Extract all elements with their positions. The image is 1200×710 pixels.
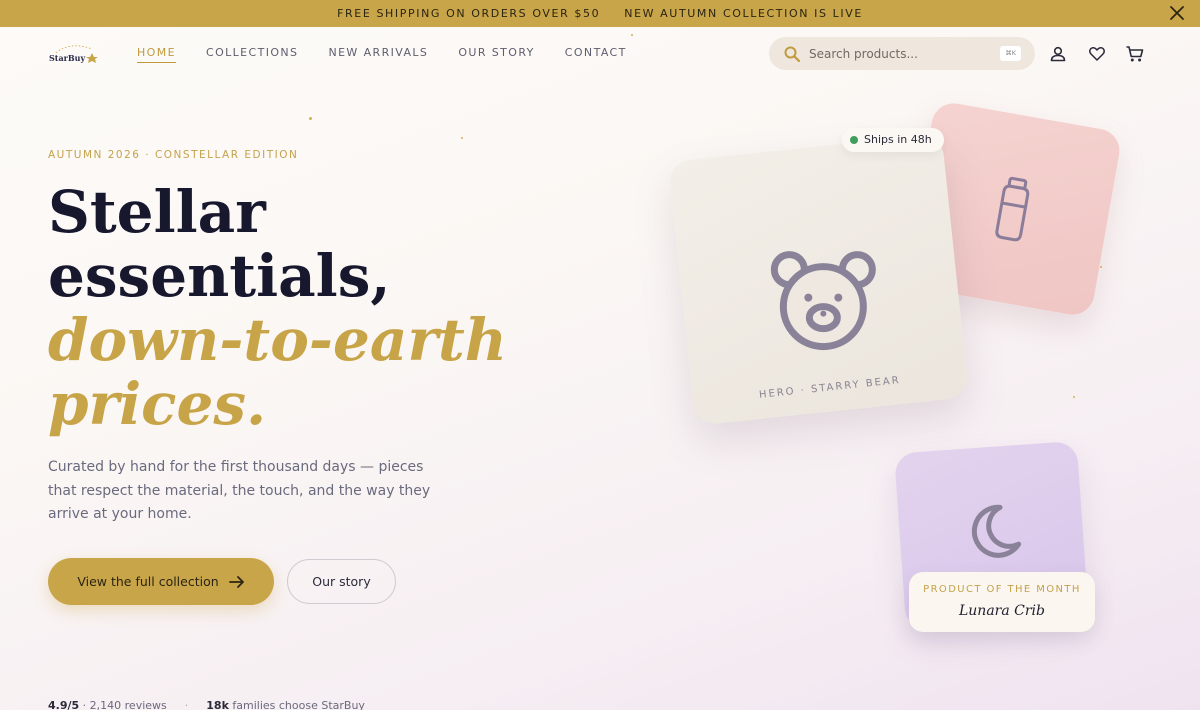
headline-line-3: down-to-earth <box>48 306 507 374</box>
sparkle <box>1073 396 1075 398</box>
hero-headline: Stellar essentials, down-to-earth prices… <box>48 180 507 436</box>
social-proof: 4.9/5 · 2,140 reviews · 18k families cho… <box>48 699 365 710</box>
bear-icon <box>770 251 876 351</box>
sparkle <box>1100 266 1102 268</box>
product-of-month-badge[interactable]: PRODUCT OF THE MONTH Lunara Crib <box>909 572 1095 632</box>
nav-link-contact[interactable]: CONTACT <box>565 46 627 63</box>
headline-line-1: Stellar <box>48 178 266 246</box>
view-collection-button[interactable]: View the full collection <box>48 558 274 605</box>
families-text: families choose StarBuy <box>232 699 365 710</box>
search-input[interactable] <box>809 46 989 61</box>
logo[interactable]: StarBuy <box>48 41 98 67</box>
status-dot <box>850 136 858 144</box>
nav-links: HOME COLLECTIONS NEW ARRIVALS OUR STORY … <box>137 46 657 63</box>
stats-separator: · <box>184 699 189 710</box>
ships-text: Ships in 48h <box>864 133 932 146</box>
view-collection-label: View the full collection <box>77 574 219 589</box>
hero-card-label: HERO · STARRY BEAR <box>758 375 902 401</box>
cart-icon[interactable] <box>1125 44 1145 64</box>
nav-link-new-arrivals[interactable]: NEW ARRIVALS <box>328 46 428 63</box>
starry-bear-card[interactable]: HERO · STARRY BEAR <box>667 133 970 426</box>
logo-text: StarBuy <box>49 53 86 63</box>
our-story-button[interactable]: Our story <box>287 559 396 604</box>
reviews-count: · 2,140 reviews <box>82 699 167 710</box>
arrow-right-icon <box>228 575 244 588</box>
sparkle <box>309 117 312 120</box>
hero-eyebrow: AUTUMN 2026 · CONSTELLAR EDITION <box>48 149 299 161</box>
nav-link-collections[interactable]: COLLECTIONS <box>206 46 298 63</box>
potm-product-name: Lunara Crib <box>958 603 1045 619</box>
search-shortcut: ⌘K <box>1000 46 1021 61</box>
heart-icon[interactable] <box>1087 44 1107 64</box>
search-icon <box>784 46 801 62</box>
headline-line-4: prices. <box>48 370 267 438</box>
moon-icon <box>971 504 1022 558</box>
announcement-shipping: FREE SHIPPING ON ORDERS OVER $50 <box>337 7 601 20</box>
families-count: 18k <box>206 699 229 710</box>
announcement-collection: NEW AUTUMN COLLECTION IS LIVE <box>624 7 863 20</box>
headline-line-2: essentials, <box>48 242 391 310</box>
bottle-icon <box>995 176 1030 242</box>
main-nav: StarBuy HOME COLLECTIONS NEW ARRIVALS OU… <box>0 27 1200 81</box>
sparkle <box>461 137 463 139</box>
announcement-bar: FREE SHIPPING ON ORDERS OVER $50 NEW AUT… <box>0 0 1200 27</box>
account-icon[interactable] <box>1048 44 1068 64</box>
hero-description: Curated by hand for the first thousand d… <box>48 459 431 522</box>
potm-title: PRODUCT OF THE MONTH <box>923 584 1081 595</box>
search-bar[interactable]: ⌘K <box>769 37 1035 70</box>
nav-link-home[interactable]: HOME <box>137 46 176 63</box>
ships-badge: Ships in 48h <box>842 128 944 152</box>
close-icon[interactable] <box>1168 4 1186 22</box>
sparkle <box>631 34 633 36</box>
rating-value: 4.9/5 <box>48 699 80 710</box>
nav-link-our-story[interactable]: OUR STORY <box>458 46 534 63</box>
